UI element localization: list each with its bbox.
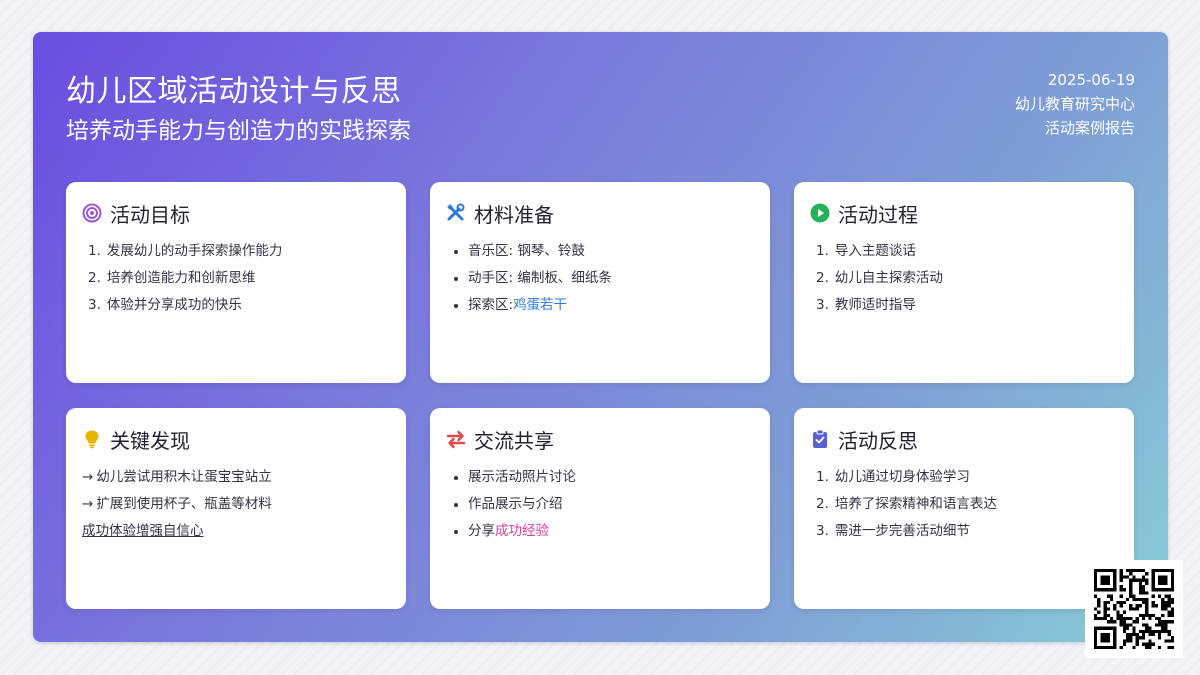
list-item: 分享 成功经验 (446, 518, 754, 545)
card-sharing: 交流共享 展示活动照片讨论 作品展示与介绍 分享 成功经验 (430, 408, 770, 609)
card-materials: 材料准备 音乐区: 钢琴、铃鼓 动手区: 编制板、细纸条 探索区: 鸡蛋若干 (430, 182, 770, 383)
list-item: 探索区: 鸡蛋若干 (446, 292, 754, 319)
list-item: 3. 教师适时指导 (816, 297, 916, 313)
highlight-text: 成功经验 (495, 523, 549, 539)
list-item: 成功体验增强自信心 (82, 518, 390, 545)
highlight-text: 鸡蛋若干 (513, 297, 568, 313)
lightbulb-icon (82, 429, 102, 449)
report-meta: 2025-06-19 幼儿教育研究中心 活动案例报告 (1015, 68, 1135, 140)
list-item: 2. 培养了探索精神和语言表达 (816, 496, 997, 512)
report-date: 2025-06-19 (1047, 71, 1135, 89)
list-item: 作品展示与介绍 (446, 491, 754, 518)
list-item: 2. 幼儿自主探索活动 (816, 270, 943, 286)
report-type: 活动案例报告 (1044, 119, 1135, 137)
play-icon (810, 203, 830, 223)
list-item: 1. 幼儿通过切身体验学习 (816, 469, 970, 485)
card-title: 材料准备 (474, 202, 554, 227)
card-title: 关键发现 (110, 428, 190, 453)
card-title: 活动反思 (838, 428, 918, 453)
card-process: 活动过程 1. 导入主题谈话 2. 幼儿自主探索活动 3. 教师适时指导 (794, 182, 1134, 383)
clipboard-check-icon (810, 429, 830, 449)
list-item: → 扩展到使用杯子、瓶盖等材料 (82, 496, 272, 512)
list-item: 1. 导入主题谈话 (816, 243, 916, 259)
slide: 幼儿区域活动设计与反思 培养动手能力与创造力的实践探索 2025-06-19 幼… (33, 32, 1168, 642)
card-reflection: 活动反思 1. 幼儿通过切身体验学习 2. 培养了探索精神和语言表达 3. 需进一步完… (794, 408, 1134, 609)
list-item: 2. 培养创造能力和创新思维 (88, 270, 256, 286)
list-item: 3. 体验并分享成功的快乐 (88, 297, 242, 313)
list-item: 音乐区: 钢琴、铃鼓 (446, 238, 754, 265)
list-item: 动手区: 编制板、细纸条 (446, 265, 754, 292)
qr-code-icon[interactable] (1085, 560, 1183, 658)
card-title: 交流共享 (474, 428, 554, 453)
card-title: 活动过程 (838, 202, 918, 227)
exchange-icon (446, 429, 466, 449)
card-findings: 关键发现 → 幼儿尝试用积木让蛋宝宝站立 → 扩展到使用杯子、瓶盖等材料 成功体验增… (66, 408, 406, 609)
list-item: → 幼儿尝试用积木让蛋宝宝站立 (82, 469, 272, 485)
page-subtitle: 培养动手能力与创造力的实践探索 (66, 118, 411, 144)
tools-icon (446, 203, 466, 223)
list-item: 3. 需进一步完善活动细节 (816, 523, 970, 539)
card-title: 活动目标 (110, 202, 190, 227)
page-title: 幼儿区域活动设计与反思 (66, 74, 402, 109)
list-item: 展示活动照片讨论 (446, 464, 754, 491)
list-item: 1. 发展幼儿的动手探索操作能力 (88, 243, 283, 259)
target-icon (82, 203, 102, 223)
card-goals: 活动目标 1. 发展幼儿的动手探索操作能力 2. 培养创造能力和创新思维 3. 体验并… (66, 182, 406, 383)
underlined-text: 成功体验增强自信心 (82, 523, 204, 539)
report-org: 幼儿教育研究中心 (1014, 95, 1135, 113)
